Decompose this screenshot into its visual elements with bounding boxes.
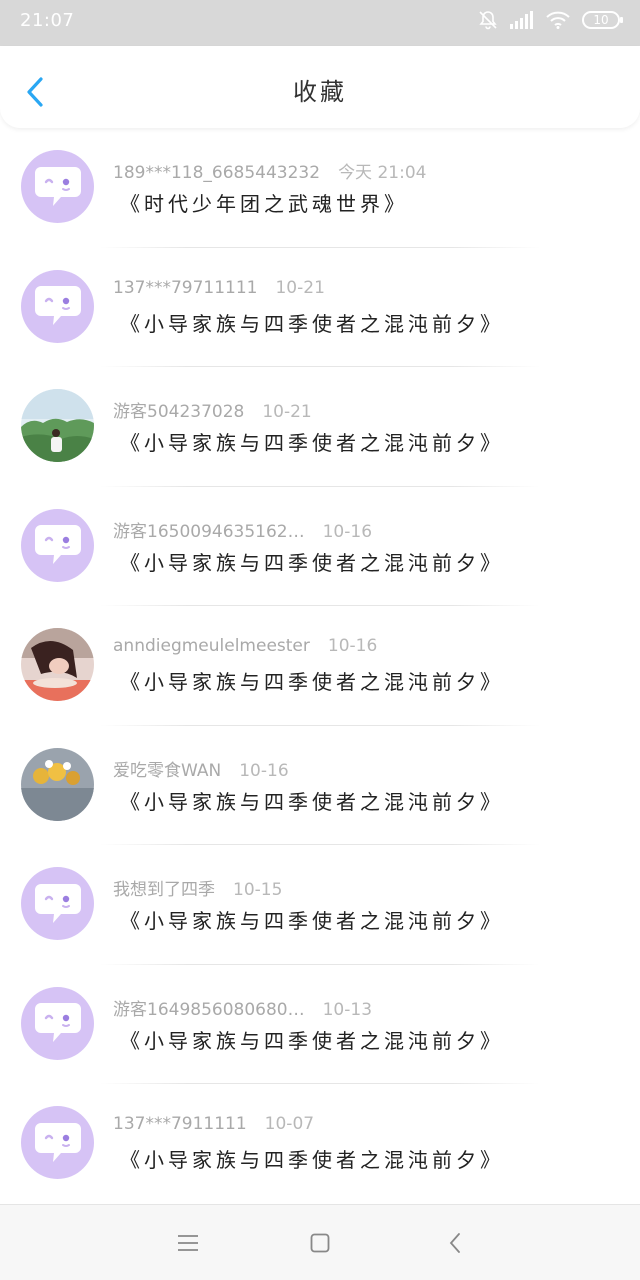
username[interactable]: 189***118_6685443232 <box>113 163 320 183</box>
item-meta: 游客1649856080680… 10-13 <box>113 995 372 1020</box>
page-title: 收藏 <box>293 78 347 106</box>
book-title[interactable]: 《小导家族与四季使者之混沌前夕》 <box>120 1144 504 1173</box>
list-item[interactable]: anndiegmeulelmeester 10-16 《小导家族与四季使者之混沌前夕… <box>0 606 640 726</box>
item-meta: 我想到了四季 10-15 <box>113 875 282 900</box>
list-item[interactable]: 游客504237028 10-21 《小导家族与四季使者之混沌前夕》 <box>0 367 640 487</box>
timestamp: 今天 21:04 <box>338 163 427 183</box>
chevron-left-icon <box>449 1233 460 1253</box>
list-item[interactable]: 爱吃零食WAN 10-16 《小导家族与四季使者之混沌前夕》 <box>0 726 640 845</box>
favorites-list: 189***118_6685443232 今天 21:04 《时代少年团之武魂世界》… <box>0 128 640 1204</box>
username[interactable]: 137***79711111 <box>113 278 257 298</box>
list-item[interactable]: 游客1650094635162… 10-16 《小导家族与四季使者之混沌前夕》 <box>0 487 640 606</box>
item-meta: 137***7911111 10-07 <box>113 1114 314 1134</box>
book-title[interactable]: 《小导家族与四季使者之混沌前夕》 <box>120 547 504 576</box>
item-meta: anndiegmeulelmeester 10-16 <box>113 636 377 656</box>
menu-icon <box>178 1235 198 1251</box>
list-item[interactable]: 137***7911111 10-07 《小导家族与四季使者之混沌前夕》 <box>0 1084 640 1204</box>
avatar[interactable] <box>21 747 94 821</box>
menu-button[interactable] <box>176 1231 200 1255</box>
mute-bell-icon <box>478 10 498 30</box>
username[interactable]: 爱吃零食WAN <box>113 761 221 781</box>
default-avatar-icon[interactable] <box>21 1106 94 1179</box>
item-meta: 爱吃零食WAN 10-16 <box>113 756 289 781</box>
timestamp: 10-21 <box>275 277 325 298</box>
timestamp: 10-07 <box>264 1114 315 1134</box>
item-meta: 137***79711111 10-21 <box>113 278 325 298</box>
status-bar: 21:07 10 <box>0 0 640 46</box>
timestamp: 10-13 <box>322 999 373 1020</box>
timestamp: 10-16 <box>322 521 373 542</box>
wifi-icon <box>546 11 570 29</box>
default-avatar-icon[interactable] <box>21 150 94 223</box>
item-meta: 189***118_6685443232 今天 21:04 <box>113 158 426 183</box>
timestamp: 10-15 <box>233 880 283 900</box>
signal-icon <box>510 11 534 29</box>
book-title[interactable]: 《时代少年团之武魂世界》 <box>120 188 408 217</box>
avatar[interactable] <box>21 628 94 701</box>
status-icons: 10 <box>478 10 623 30</box>
status-time: 21:07 <box>20 10 75 31</box>
list-item[interactable]: 我想到了四季 10-15 《小导家族与四季使者之混沌前夕》 <box>0 845 640 965</box>
username[interactable]: 游客504237028 <box>113 402 244 422</box>
username[interactable]: 137***7911111 <box>113 1114 247 1134</box>
username[interactable]: anndiegmeulelmeester <box>113 636 310 656</box>
default-avatar-icon[interactable] <box>21 986 94 1060</box>
book-title[interactable]: 《小导家族与四季使者之混沌前夕》 <box>120 905 504 934</box>
list-item[interactable]: 游客1649856080680… 10-13 《小导家族与四季使者之混沌前夕》 <box>0 965 640 1084</box>
default-avatar-icon[interactable] <box>21 867 94 940</box>
default-avatar-icon[interactable] <box>21 269 94 343</box>
item-meta: 游客504237028 10-21 <box>113 397 312 422</box>
battery-icon: 10 <box>582 11 623 29</box>
item-meta: 游客1650094635162… 10-16 <box>113 517 372 542</box>
timestamp: 10-21 <box>262 402 312 422</box>
home-square-icon <box>310 1233 330 1253</box>
book-title[interactable]: 《小导家族与四季使者之混沌前夕》 <box>120 308 504 337</box>
book-title[interactable]: 《小导家族与四季使者之混沌前夕》 <box>120 786 504 815</box>
list-item[interactable]: 137***79711111 10-21 《小导家族与四季使者之混沌前夕》 <box>0 248 640 367</box>
book-title[interactable]: 《小导家族与四季使者之混沌前夕》 <box>120 1025 504 1054</box>
home-button[interactable] <box>308 1231 332 1255</box>
timestamp: 10-16 <box>239 760 289 781</box>
book-title[interactable]: 《小导家族与四季使者之混沌前夕》 <box>120 666 504 695</box>
header: 收藏 <box>0 46 640 128</box>
username[interactable]: 游客1650094635162… <box>113 522 305 542</box>
battery-level: 10 <box>593 13 609 27</box>
system-back-button[interactable] <box>443 1231 467 1255</box>
default-avatar-icon[interactable] <box>21 508 94 582</box>
system-nav-bar <box>0 1204 640 1280</box>
book-title[interactable]: 《小导家族与四季使者之混沌前夕》 <box>120 427 504 456</box>
username[interactable]: 我想到了四季 <box>113 880 215 900</box>
avatar[interactable] <box>21 389 94 462</box>
username[interactable]: 游客1649856080680… <box>113 1000 305 1020</box>
timestamp: 10-16 <box>327 636 378 656</box>
list-item[interactable]: 189***118_6685443232 今天 21:04 《时代少年团之武魂世界》 <box>0 128 640 248</box>
